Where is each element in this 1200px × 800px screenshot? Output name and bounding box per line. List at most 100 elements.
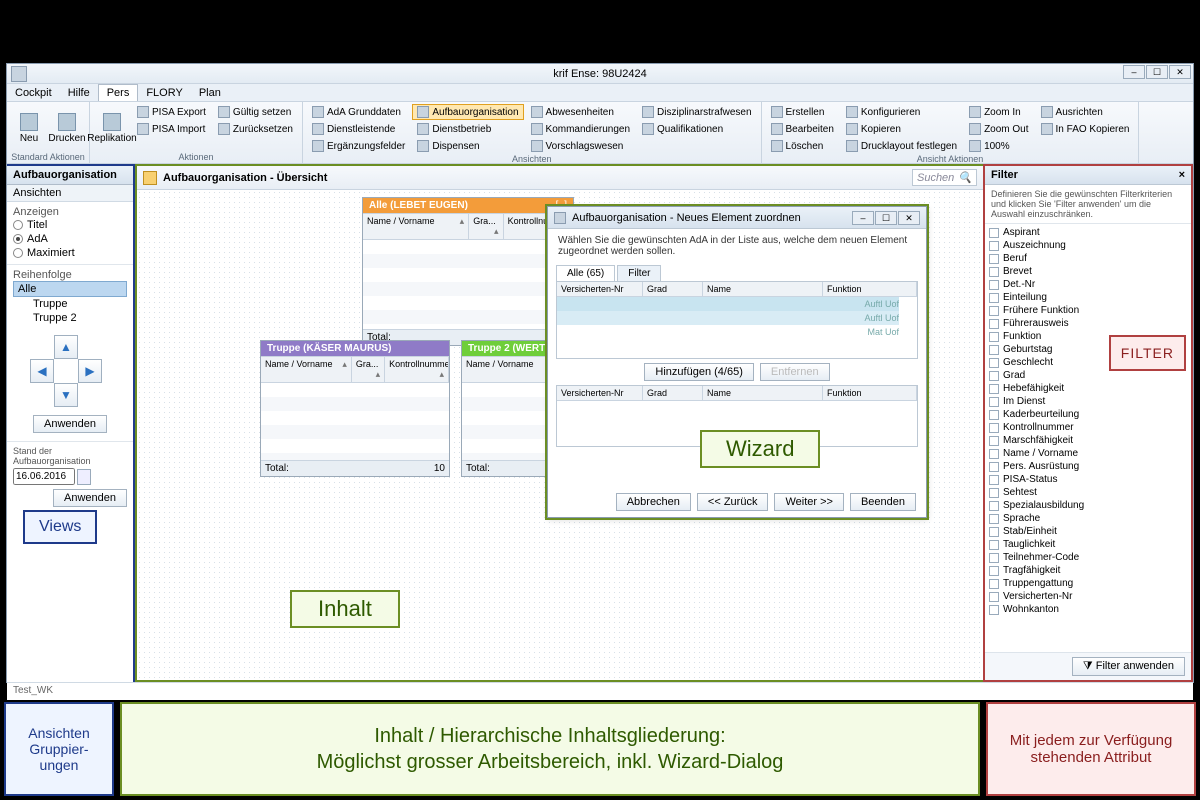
- search-box[interactable]: Suchen 🔍: [912, 169, 977, 186]
- filter-beruf[interactable]: Beruf: [989, 252, 1187, 265]
- menu-strip: CockpitHilfePersFLORYPlan: [7, 84, 1193, 102]
- filter-brevet[interactable]: Brevet: [989, 265, 1187, 278]
- date-spinner[interactable]: [77, 469, 91, 485]
- maximize-button[interactable]: ☐: [1146, 65, 1168, 79]
- anzeigen-maximiert[interactable]: Maximiert: [13, 246, 127, 260]
- ribbon-ada-grunddaten[interactable]: AdA Grunddaten: [307, 104, 410, 120]
- filter-spezialausbildung[interactable]: Spezialausbildung: [989, 499, 1187, 512]
- menu-cockpit[interactable]: Cockpit: [7, 85, 60, 101]
- wizard-remove-button[interactable]: Entfernen: [760, 363, 830, 381]
- anzeigen-ada[interactable]: AdA: [13, 232, 127, 246]
- ribbon-replikation[interactable]: Replikation: [94, 104, 130, 152]
- ribbon-dienstbetrieb[interactable]: Dienstbetrieb: [412, 121, 523, 137]
- apply-button-2[interactable]: Anwenden: [53, 489, 127, 507]
- sidebar-title: Aufbauorganisation: [7, 166, 133, 185]
- ribbon-konfigurieren[interactable]: Konfigurieren: [841, 104, 962, 120]
- ribbon-ergänzungsfelder[interactable]: Ergänzungsfelder: [307, 138, 410, 154]
- ribbon-drucken[interactable]: Drucken: [49, 104, 85, 152]
- minimize-button[interactable]: –: [1123, 65, 1145, 79]
- wizard-next[interactable]: Weiter >>: [774, 493, 844, 511]
- legend-views: Ansichten Gruppier- ungen: [4, 702, 114, 796]
- wizard-cancel[interactable]: Abbrechen: [616, 493, 691, 511]
- apply-button[interactable]: Anwenden: [33, 415, 107, 433]
- sidebar: Aufbauorganisation Ansichten Anzeigen Ti…: [7, 164, 135, 682]
- titlebar: krif Ense: 98U2424 – ☐ ✕: [7, 64, 1193, 84]
- ribbon-kommandierungen[interactable]: Kommandierungen: [526, 121, 636, 137]
- tree-truppe-2[interactable]: Truppe 2: [13, 311, 127, 325]
- arrow-up[interactable]: ▲: [54, 335, 78, 359]
- org-card[interactable]: Truppe (KÄSER MAURUS)Name / Vorname ▴Gra…: [260, 340, 450, 477]
- wizard-tab-alle[interactable]: Alle (65): [556, 265, 615, 281]
- ribbon-dispensen[interactable]: Dispensen: [412, 138, 523, 154]
- ribbon-zoom-in[interactable]: Zoom In: [964, 104, 1033, 120]
- filter-marschf-higkeit[interactable]: Marschfähigkeit: [989, 434, 1187, 447]
- filter-teilnehmer-code[interactable]: Teilnehmer-Code: [989, 551, 1187, 564]
- filter-f-hrerausweis[interactable]: Führerausweis: [989, 317, 1187, 330]
- arrow-left[interactable]: ◀: [30, 359, 54, 383]
- ribbon-gültig-setzen[interactable]: Gültig setzen: [213, 104, 298, 120]
- ribbon-zurücksetzen[interactable]: Zurücksetzen: [213, 121, 298, 137]
- org-card[interactable]: Alle (LEBET EUGEN)[−]Name / Vorname ▴Gra…: [362, 197, 574, 346]
- filter-name-vorname[interactable]: Name / Vorname: [989, 447, 1187, 460]
- ribbon-neu[interactable]: Neu: [11, 104, 47, 152]
- filter-sehtest[interactable]: Sehtest: [989, 486, 1187, 499]
- ribbon-in-fao-kopieren[interactable]: In FAO Kopieren: [1036, 121, 1135, 137]
- filter-wohnkanton[interactable]: Wohnkanton: [989, 603, 1187, 616]
- ribbon-disziplinarstrafwesen[interactable]: Disziplinarstrafwesen: [637, 104, 756, 120]
- ribbon-löschen[interactable]: Löschen: [766, 138, 839, 154]
- filter-kontrollnummer[interactable]: Kontrollnummer: [989, 421, 1187, 434]
- filter-stab-einheit[interactable]: Stab/Einheit: [989, 525, 1187, 538]
- filter-tauglichkeit[interactable]: Tauglichkeit: [989, 538, 1187, 551]
- menu-hilfe[interactable]: Hilfe: [60, 85, 98, 101]
- ribbon-pisa-export[interactable]: PISA Export: [132, 104, 211, 120]
- arrow-down[interactable]: ▼: [54, 383, 78, 407]
- filter-tragf-higkeit[interactable]: Tragfähigkeit: [989, 564, 1187, 577]
- ribbon-aufbauorganisation[interactable]: Aufbauorganisation: [412, 104, 523, 120]
- ribbon-erstellen[interactable]: Erstellen: [766, 104, 839, 120]
- filter-im-dienst[interactable]: Im Dienst: [989, 395, 1187, 408]
- ribbon-pisa-import[interactable]: PISA Import: [132, 121, 211, 137]
- arrow-right[interactable]: ▶: [78, 359, 102, 383]
- sidebar-section-ansichten[interactable]: Ansichten: [7, 185, 133, 202]
- wizard-upper-grid[interactable]: Versicherten-Nr Grad Name Funktion Auftl…: [556, 281, 918, 359]
- close-button[interactable]: ✕: [1169, 65, 1191, 79]
- wizard-add-button[interactable]: Hinzufügen (4/65): [644, 363, 753, 381]
- menu-plan[interactable]: Plan: [191, 85, 229, 101]
- tree-truppe[interactable]: Truppe: [13, 297, 127, 311]
- filter-pers-ausr-stung[interactable]: Pers. Ausrüstung: [989, 460, 1187, 473]
- wizard-finish[interactable]: Beenden: [850, 493, 916, 511]
- tree-alle[interactable]: Alle: [13, 281, 127, 297]
- filter-einteilung[interactable]: Einteilung: [989, 291, 1187, 304]
- filter-aspirant[interactable]: Aspirant: [989, 226, 1187, 239]
- filter-det-nr[interactable]: Det.-Nr: [989, 278, 1187, 291]
- wizard-back[interactable]: << Zurück: [697, 493, 769, 511]
- filter-apply-button[interactable]: ⧩Filter anwenden: [1072, 657, 1185, 676]
- menu-pers[interactable]: Pers: [98, 84, 139, 101]
- ribbon-kopieren[interactable]: Kopieren: [841, 121, 962, 137]
- ribbon-qualifikationen[interactable]: Qualifikationen: [637, 121, 756, 137]
- ribbon-zoom-out[interactable]: Zoom Out: [964, 121, 1033, 137]
- ribbon-vorschlagswesen[interactable]: Vorschlagswesen: [526, 138, 636, 154]
- filter-auszeichnung[interactable]: Auszeichnung: [989, 239, 1187, 252]
- ribbon-ausrichten[interactable]: Ausrichten: [1036, 104, 1135, 120]
- filter-truppengattung[interactable]: Truppengattung: [989, 577, 1187, 590]
- wizard-minimize[interactable]: –: [852, 211, 874, 225]
- wizard-close[interactable]: ✕: [898, 211, 920, 225]
- anzeigen-titel[interactable]: Titel: [13, 218, 127, 232]
- ribbon-drucklayout-festlegen[interactable]: Drucklayout festlegen: [841, 138, 962, 154]
- ribbon-bearbeiten[interactable]: Bearbeiten: [766, 121, 839, 137]
- filter-fr-here-funktion[interactable]: Frühere Funktion: [989, 304, 1187, 317]
- filter-kaderbeurteilung[interactable]: Kaderbeurteilung: [989, 408, 1187, 421]
- ribbon-100%[interactable]: 100%: [964, 138, 1033, 154]
- filter-close[interactable]: ×: [1179, 169, 1185, 181]
- stand-date-input[interactable]: [13, 468, 75, 485]
- ribbon-abwesenheiten[interactable]: Abwesenheiten: [526, 104, 636, 120]
- filter-pisa-status[interactable]: PISA-Status: [989, 473, 1187, 486]
- filter-hebef-higkeit[interactable]: Hebefähigkeit: [989, 382, 1187, 395]
- filter-sprache[interactable]: Sprache: [989, 512, 1187, 525]
- filter-versicherten-nr[interactable]: Versicherten-Nr: [989, 590, 1187, 603]
- wizard-maximize[interactable]: ☐: [875, 211, 897, 225]
- wizard-tab-filter[interactable]: Filter: [617, 265, 661, 281]
- menu-flory[interactable]: FLORY: [138, 85, 190, 101]
- ribbon-dienstleistende[interactable]: Dienstleistende: [307, 121, 410, 137]
